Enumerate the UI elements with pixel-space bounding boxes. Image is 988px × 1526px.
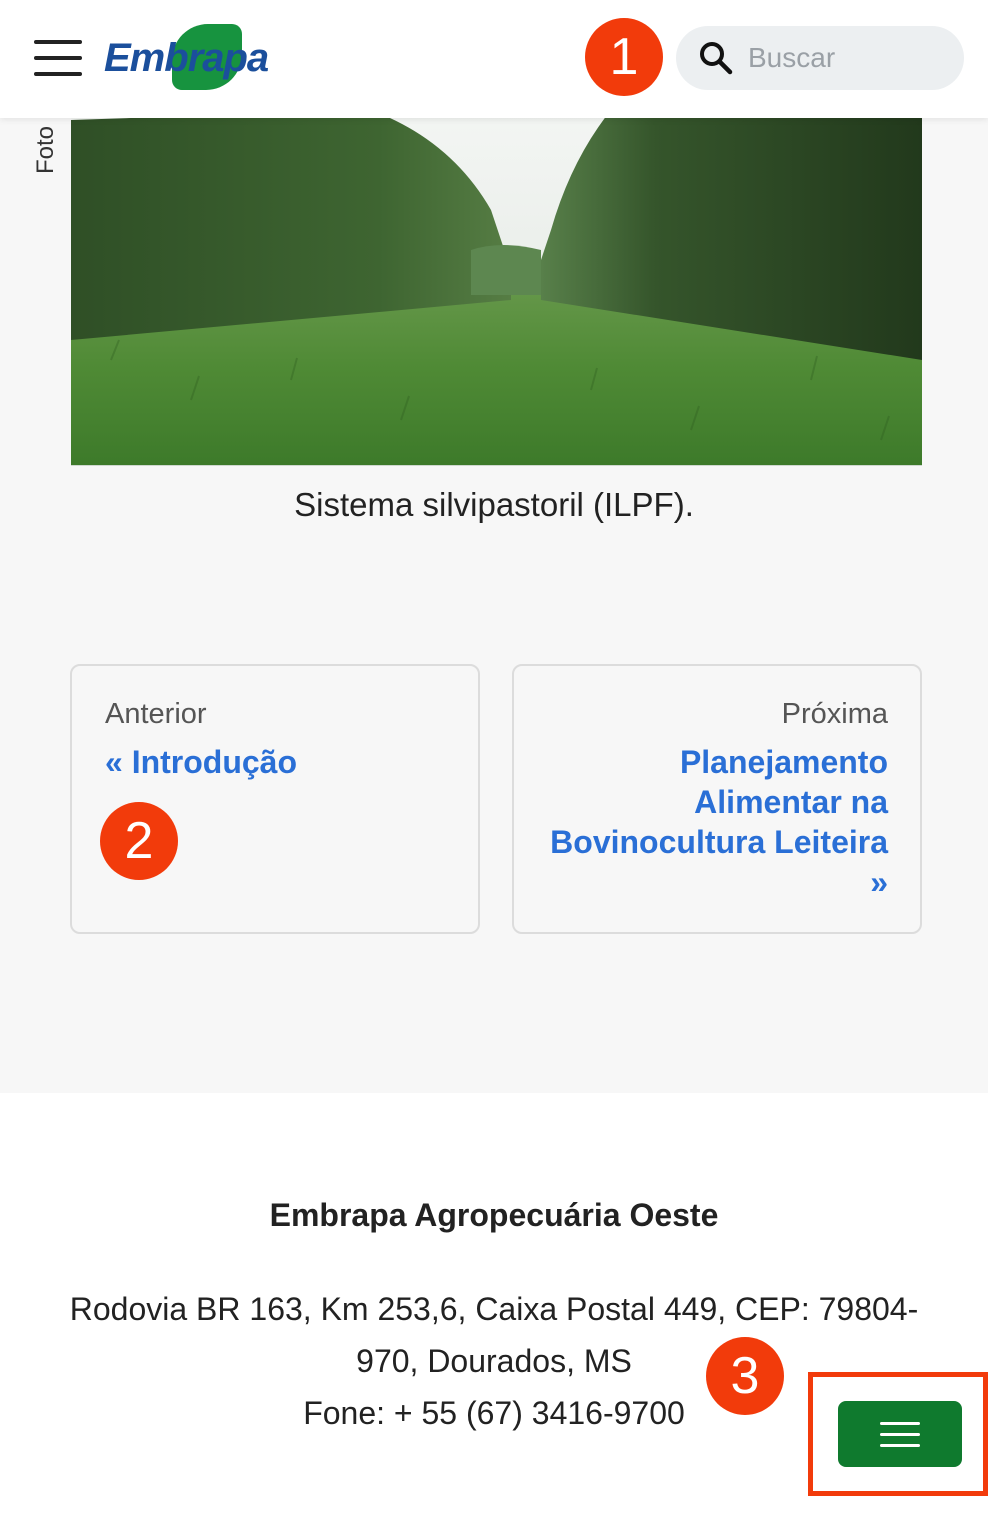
- next-label: Próxima: [781, 698, 888, 730]
- previous-page-link[interactable]: « Introdução: [105, 742, 297, 782]
- annotation-badge-1: 1: [585, 18, 663, 96]
- image-caption: Sistema silvipastoril (ILPF).: [294, 486, 694, 523]
- search-input[interactable]: [748, 34, 948, 82]
- address-text: Rodovia BR 163, Km 253,6, Caixa Postal 4…: [69, 1291, 919, 1379]
- annotation-badge-2: 2: [100, 802, 178, 880]
- annotation-badge-3: 3: [706, 1337, 784, 1415]
- hamburger-menu-icon[interactable]: [34, 40, 82, 76]
- previous-page-card[interactable]: Anterior « Introdução: [70, 664, 480, 934]
- organization-name: Embrapa Agropecuária Oeste: [269, 1197, 719, 1233]
- photo-credit: Foto: [32, 125, 58, 174]
- logo-wordmark: Embrapa: [104, 36, 269, 80]
- next-page-link[interactable]: Planejamento Alimentar na Bovinocultura …: [548, 742, 888, 902]
- next-page-card[interactable]: Próxima Planejamento Alimentar na Bovino…: [512, 664, 922, 934]
- silvopastoral-photo: [71, 100, 922, 466]
- embrapa-logo[interactable]: Embrapa: [104, 24, 280, 92]
- phone-text: Fone: + 55 (67) 3416-9700: [303, 1395, 685, 1431]
- annotation-highlight-box: [808, 1372, 988, 1496]
- search-bar[interactable]: [676, 26, 964, 90]
- forest-field-image: [71, 100, 922, 465]
- previous-label: Anterior: [105, 698, 207, 730]
- contact-info: Rodovia BR 163, Km 253,6, Caixa Postal 4…: [50, 1283, 938, 1439]
- search-icon[interactable]: [698, 40, 734, 76]
- site-header: Embrapa: [0, 0, 988, 118]
